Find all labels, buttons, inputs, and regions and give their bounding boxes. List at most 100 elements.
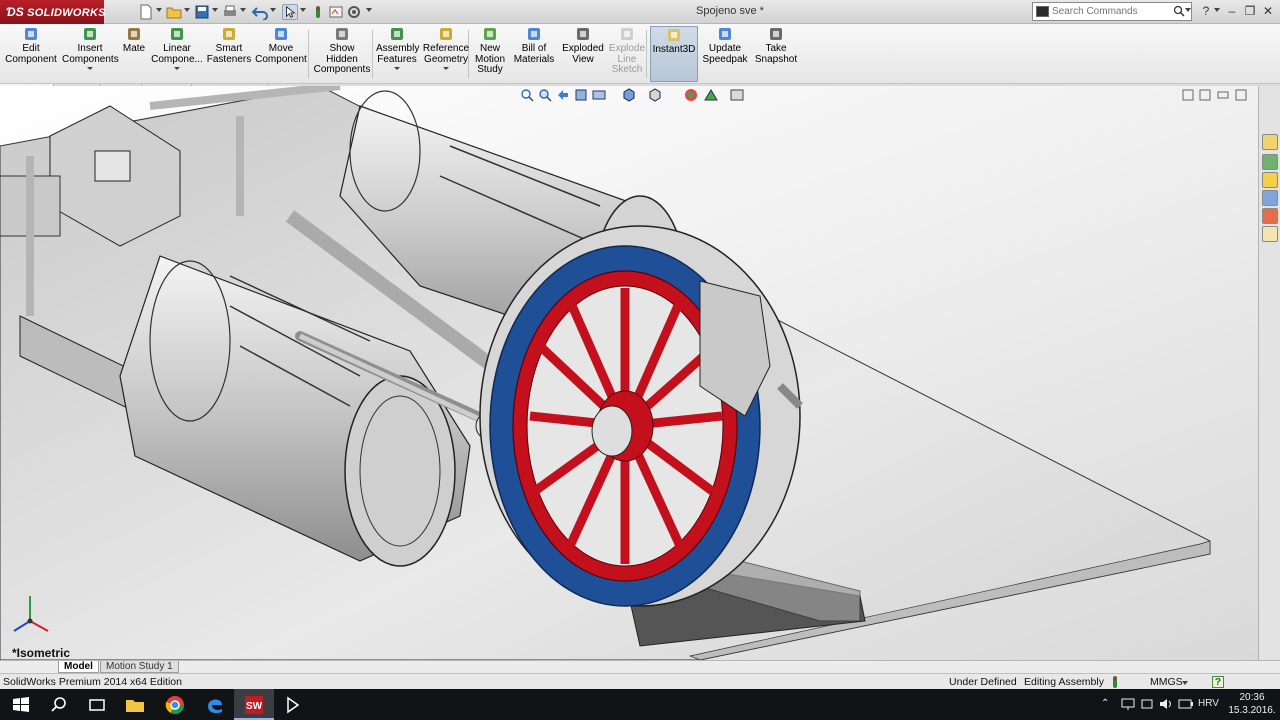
chevron-down-icon[interactable] xyxy=(87,67,93,70)
minimize-icon[interactable]: – xyxy=(1224,3,1240,19)
search-commands-box[interactable] xyxy=(1032,2,1192,21)
new-dropdown-icon[interactable] xyxy=(156,8,162,12)
clock-time: 20:36 xyxy=(1239,692,1265,703)
command-label-line: Show xyxy=(329,43,355,54)
search-taskbar-icon[interactable] xyxy=(48,694,70,716)
search-icon[interactable] xyxy=(1173,5,1185,17)
battery-icon[interactable] xyxy=(1178,697,1194,711)
assembly-model-view[interactable] xyxy=(0,86,1258,660)
command-label-line: Mate xyxy=(122,43,146,54)
view-palette-icon[interactable] xyxy=(1262,190,1278,206)
smart-fasteners-button[interactable]: Smart Fasteners xyxy=(206,26,252,82)
section-view-icon[interactable] xyxy=(574,88,588,102)
viewport-window-controls[interactable] xyxy=(1182,89,1252,101)
restore-icon[interactable]: ❐ xyxy=(1242,3,1258,19)
units-dropdown-icon[interactable] xyxy=(1182,681,1188,685)
windows-taskbar: SW ⌃ HRV 20:36 15.3.2016. xyxy=(0,689,1280,720)
tray-expand-icon[interactable]: ⌃ xyxy=(1101,698,1109,709)
view-orientation-icon[interactable] xyxy=(622,88,636,102)
linear-pattern-icon xyxy=(171,28,183,40)
rebuild-icon[interactable] xyxy=(310,4,326,20)
exploded-view-icon xyxy=(577,28,589,40)
chrome-icon[interactable] xyxy=(164,694,186,716)
options-gear-icon[interactable] xyxy=(346,4,362,20)
reference-geometry-button[interactable]: Reference Geometry xyxy=(422,26,470,82)
custom-properties-icon[interactable] xyxy=(1262,226,1278,242)
zoom-to-area-icon[interactable] xyxy=(538,88,552,102)
assembly-features-button[interactable]: Assembly Features xyxy=(376,26,419,82)
windows-start-icon[interactable] xyxy=(10,694,32,716)
chevron-down-icon[interactable] xyxy=(174,67,180,70)
new-document-icon[interactable] xyxy=(138,4,154,20)
search-commands-input[interactable] xyxy=(1052,4,1170,19)
tab-model[interactable]: Model xyxy=(58,661,99,673)
task-view-icon[interactable] xyxy=(86,694,108,716)
linear-component-button[interactable]: Linear Compone... xyxy=(150,26,204,82)
action-center-icon[interactable] xyxy=(1140,697,1154,711)
recorder-app-icon[interactable] xyxy=(282,694,304,716)
explode-line-sketch-button[interactable]: Explode Line Sketch xyxy=(606,26,648,82)
file-properties-icon[interactable] xyxy=(328,4,344,20)
open-folder-icon[interactable] xyxy=(166,4,182,20)
units-display[interactable]: MMGS xyxy=(1150,676,1183,688)
network-icon[interactable] xyxy=(1120,697,1136,711)
options-dropdown-icon[interactable] xyxy=(366,8,372,12)
take-snapshot-button[interactable]: Take Snapshot xyxy=(752,26,800,82)
volume-icon[interactable] xyxy=(1158,697,1174,711)
chevron-down-icon[interactable] xyxy=(394,67,400,70)
close-icon[interactable]: ✕ xyxy=(1260,3,1276,19)
file-explorer-icon[interactable] xyxy=(1262,172,1278,188)
previous-view-icon[interactable] xyxy=(556,88,570,102)
edit-component-button[interactable]: Edit Component xyxy=(4,26,58,82)
flywheel[interactable] xyxy=(479,225,801,607)
appearances-icon[interactable] xyxy=(1262,208,1278,224)
show-hidden-button[interactable]: Show Hidden Components xyxy=(312,26,372,82)
move-component-button[interactable]: Move Component xyxy=(254,26,308,82)
update-speedpak-button[interactable]: Update Speedpak xyxy=(700,26,750,82)
rebuild-status-icon[interactable] xyxy=(1110,676,1120,688)
print-icon[interactable] xyxy=(222,4,238,20)
chevron-down-icon[interactable] xyxy=(443,67,449,70)
view-settings-icon[interactable] xyxy=(730,88,744,102)
tab-motion-study[interactable]: Motion Study 1 xyxy=(100,661,179,673)
language-indicator[interactable]: HRV xyxy=(1198,698,1219,709)
print-dropdown-icon[interactable] xyxy=(240,8,246,12)
select-arrow-icon[interactable] xyxy=(282,4,298,20)
display-style-icon[interactable] xyxy=(648,88,662,102)
solidworks-resources-icon[interactable] xyxy=(1262,134,1278,150)
command-label-line: Explode xyxy=(608,43,646,54)
help-dropdown-icon[interactable] xyxy=(1214,8,1220,12)
undo-icon[interactable] xyxy=(252,4,268,20)
taskbar-clock[interactable]: 20:36 15.3.2016. xyxy=(1228,691,1276,717)
command-manager: Edit Component Insert Components Mate Linear C… xyxy=(0,24,1280,84)
mate-button[interactable]: Mate xyxy=(120,26,148,82)
help-status-icon[interactable]: ? xyxy=(1212,676,1224,688)
edge-icon[interactable] xyxy=(204,694,226,716)
save-icon[interactable] xyxy=(194,4,210,20)
appearance-icon[interactable] xyxy=(684,88,698,102)
insert-components-button[interactable]: Insert Components xyxy=(62,26,119,82)
dynamic-annotation-icon[interactable] xyxy=(592,88,606,102)
solidworks-taskbar-button[interactable]: SW xyxy=(234,689,274,720)
select-dropdown-icon[interactable] xyxy=(300,8,306,12)
new-motion-study-button[interactable]: New Motion Study xyxy=(472,26,508,82)
search-dropdown-icon[interactable] xyxy=(1185,8,1191,12)
command-label-line: New xyxy=(479,43,500,54)
command-label-line: Components xyxy=(62,53,119,65)
zoom-to-fit-icon[interactable] xyxy=(520,88,534,102)
help-icon[interactable]: ? xyxy=(1198,3,1214,19)
command-label-line: Reference xyxy=(422,43,470,54)
smart-fasteners-icon xyxy=(223,28,235,40)
graphics-area[interactable]: *Isometric xyxy=(0,86,1258,660)
instant3d-button[interactable]: Instant3D xyxy=(650,26,698,82)
bill-of-materials-button[interactable]: Bill of Materials xyxy=(512,26,556,82)
save-dropdown-icon[interactable] xyxy=(212,8,218,12)
undo-dropdown-icon[interactable] xyxy=(270,8,276,12)
open-dropdown-icon[interactable] xyxy=(184,8,190,12)
scene-icon[interactable] xyxy=(704,88,718,102)
design-library-icon[interactable] xyxy=(1262,154,1278,170)
exploded-view-button[interactable]: Exploded View xyxy=(560,26,606,82)
file-explorer-taskbar-icon[interactable] xyxy=(124,694,146,716)
solidworks-logo[interactable]: ƊS SOLIDWORKS xyxy=(0,0,106,24)
solidworks-app-icon: SW xyxy=(245,696,263,714)
